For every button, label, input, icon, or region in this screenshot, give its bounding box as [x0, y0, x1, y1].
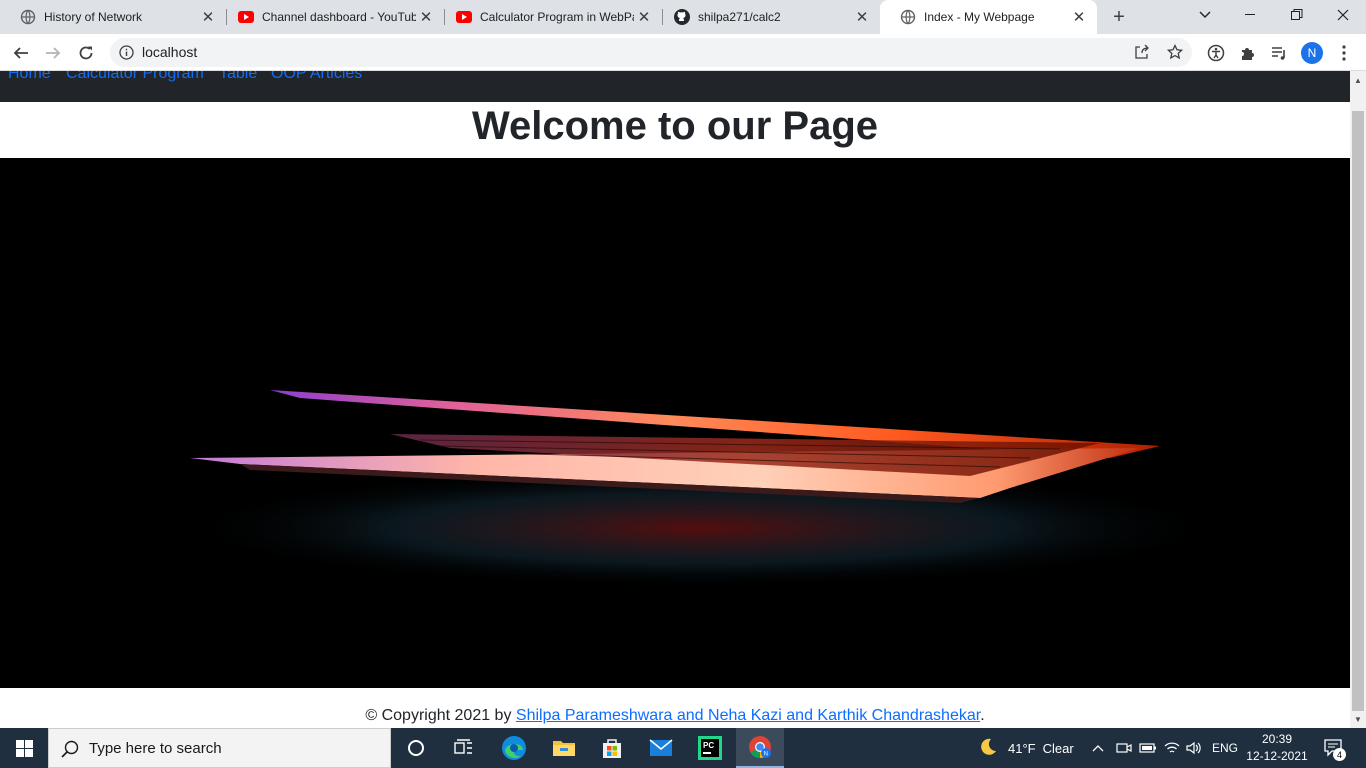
pycharm-icon[interactable]: PC [686, 728, 734, 768]
youtube-icon [238, 9, 254, 25]
tab-index-active[interactable]: Index - My Webpage ✕ [880, 0, 1097, 34]
restore-button[interactable] [1274, 0, 1320, 30]
media-queue-icon[interactable] [1266, 40, 1292, 66]
nav-link-table[interactable]: Table [219, 71, 257, 83]
mail-icon[interactable] [637, 728, 685, 768]
bookmark-star-icon[interactable] [1166, 43, 1184, 65]
windows-taskbar: Type here to search PC N 41°F Clear ENG … [0, 728, 1366, 768]
nav-link-oop-articles[interactable]: OOP Articles [271, 71, 362, 83]
tab-title: shilpa271/calc2 [698, 10, 781, 24]
battery-icon[interactable] [1139, 728, 1157, 768]
file-explorer-icon[interactable] [540, 728, 588, 768]
tab-close-icon[interactable]: ✕ [416, 7, 436, 27]
clock-time: 20:39 [1261, 732, 1293, 746]
new-tab-button[interactable]: + [1107, 5, 1131, 29]
start-windows-icon[interactable] [0, 728, 48, 768]
extensions-puzzle-icon[interactable] [1235, 40, 1261, 66]
weather-temp: 41°F [1008, 740, 1036, 756]
hero-laptop-image [0, 158, 1350, 688]
forward-icon[interactable] [40, 40, 66, 66]
close-window-button[interactable] [1320, 0, 1366, 30]
tab-strip: History of Network ✕ Channel dashboard -… [0, 0, 1366, 34]
chrome-taskbar-icon[interactable]: N [736, 728, 784, 768]
notification-center-icon[interactable]: 4 [1324, 728, 1346, 768]
minimize-button[interactable] [1228, 0, 1274, 30]
clock-date: 12-12-2021 [1246, 749, 1308, 763]
nav-link-home[interactable]: Home [8, 71, 51, 83]
accessibility-icon[interactable] [1203, 40, 1229, 66]
footer-suffix: . [980, 707, 985, 724]
page-heading: Welcome to our Page [471, 104, 878, 148]
page-scrollbar[interactable]: ▲ ▼ [1350, 71, 1366, 728]
weather-widget[interactable]: 41°F Clear [978, 728, 1074, 768]
show-hidden-icons-chevron-icon[interactable] [1092, 728, 1104, 768]
svg-text:PC: PC [703, 741, 714, 750]
tab-close-icon[interactable]: ✕ [198, 7, 218, 27]
meet-now-icon[interactable] [1116, 728, 1132, 768]
address-bar[interactable]: localhost [110, 38, 1192, 67]
tab-calculator-video[interactable]: Calculator Program in WebPa ✕ [436, 0, 662, 34]
tab-search-chevron-icon[interactable] [1182, 0, 1228, 30]
tab-title: Channel dashboard - YouTube [262, 10, 416, 24]
page-viewport: Home Calculator Program Table OOP Articl… [0, 71, 1350, 728]
volume-icon[interactable] [1186, 728, 1202, 768]
footer-prefix: © Copyright 2021 by [365, 707, 516, 724]
scroll-up-arrow-icon[interactable]: ▲ [1350, 73, 1366, 87]
nav-link-calculator[interactable]: Calculator Program [66, 71, 204, 83]
tab-github[interactable]: shilpa271/calc2 ✕ [654, 0, 880, 34]
browser-toolbar: localhost N [0, 34, 1366, 71]
share-icon[interactable] [1134, 44, 1150, 65]
tab-youtube-dashboard[interactable]: Channel dashboard - YouTube ✕ [218, 0, 444, 34]
cortana-icon[interactable] [392, 728, 440, 768]
tab-title: History of Network [44, 10, 143, 24]
edge-browser-icon[interactable] [490, 728, 538, 768]
tab-close-icon[interactable]: ✕ [852, 7, 872, 27]
reload-icon[interactable] [73, 40, 99, 66]
tab-close-icon[interactable]: ✕ [1069, 7, 1089, 27]
back-icon[interactable] [8, 40, 34, 66]
globe-icon [20, 9, 36, 25]
globe-icon [900, 9, 916, 25]
task-view-icon[interactable] [440, 728, 488, 768]
address-text: localhost [142, 44, 198, 60]
youtube-icon [456, 9, 472, 25]
notification-count-badge: 4 [1333, 748, 1346, 761]
profile-avatar[interactable]: N [1301, 42, 1323, 64]
svg-text:N: N [764, 752, 768, 758]
menu-kebab-icon[interactable] [1331, 40, 1357, 66]
tab-history[interactable]: History of Network ✕ [0, 0, 226, 34]
tab-title: Calculator Program in WebPa [480, 10, 634, 24]
search-placeholder: Type here to search [89, 740, 222, 757]
taskbar-clock[interactable]: 20:39 12-12-2021 [1244, 731, 1310, 765]
site-navbar: Home Calculator Program Table OOP Articl… [0, 71, 1350, 102]
footer-copyright: © Copyright 2021 by Shilpa Parameshwara … [0, 707, 1350, 725]
search-icon [61, 740, 79, 763]
tab-close-icon[interactable]: ✕ [634, 7, 654, 27]
language-indicator[interactable]: ENG [1212, 728, 1238, 768]
tab-title: Index - My Webpage [924, 10, 1035, 24]
microsoft-store-icon[interactable] [588, 728, 636, 768]
wifi-icon[interactable] [1164, 728, 1180, 768]
weather-condition: Clear [1042, 740, 1074, 756]
github-icon [674, 9, 690, 25]
taskbar-search-box[interactable]: Type here to search [48, 728, 391, 768]
scrollbar-thumb[interactable] [1352, 111, 1364, 711]
moon-icon [978, 737, 998, 760]
scroll-down-arrow-icon[interactable]: ▼ [1350, 712, 1366, 726]
info-icon[interactable] [119, 45, 134, 65]
footer-authors-link[interactable]: Shilpa Parameshwara and Neha Kazi and Ka… [516, 707, 980, 724]
